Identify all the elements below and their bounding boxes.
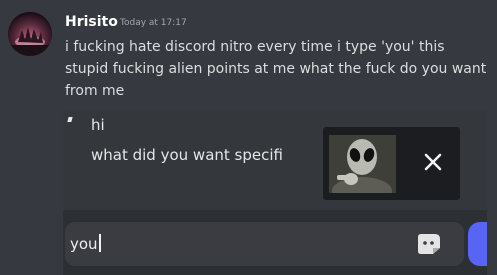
message-timestamp: Today at 17:17 — [120, 18, 187, 28]
alien-sticker-icon[interactable] — [329, 135, 396, 193]
embedded-message-line: hi — [91, 116, 105, 134]
username[interactable]: Hrisito — [65, 14, 118, 30]
embedded-chat-area: hi what did you want specifi — [63, 110, 487, 210]
message-input[interactable]: you — [65, 222, 464, 266]
avatar[interactable] — [8, 12, 52, 56]
sticker-suggestion-popup — [323, 127, 460, 200]
cursor-mark — [67, 117, 73, 122]
message-input-value: you — [70, 234, 101, 253]
sticker-picker-icon[interactable] — [415, 232, 443, 256]
embedded-message-line: what did you want specifi — [91, 146, 283, 164]
embedded-screenshot[interactable]: hi what did you want specifi you — [63, 110, 487, 275]
text-caret — [98, 234, 101, 252]
close-icon[interactable] — [420, 149, 446, 175]
message-text: i fucking hate discord nitro every time … — [65, 39, 487, 99]
accent-edge — [468, 222, 487, 266]
